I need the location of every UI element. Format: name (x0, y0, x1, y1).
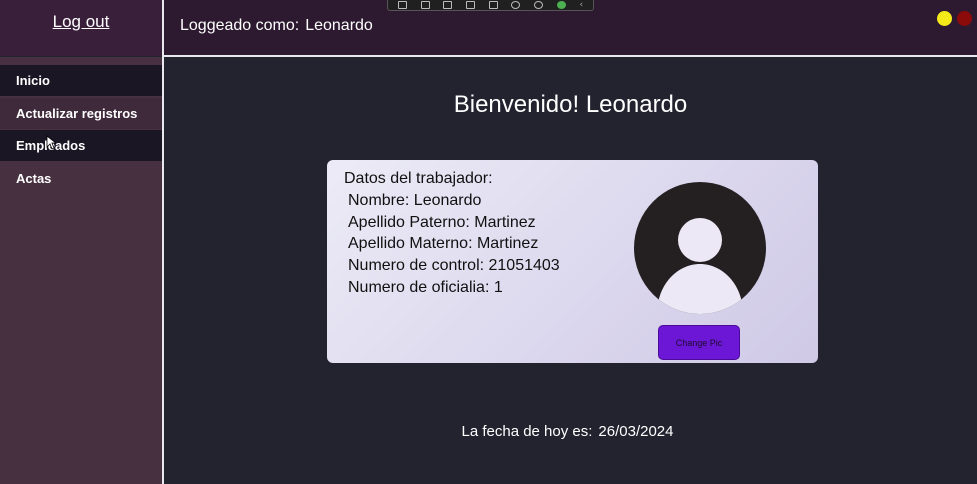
select-element-icon[interactable] (397, 1, 407, 9)
field-apellido-materno: Apellido Materno: Martinez (348, 235, 539, 252)
sidebar-item-empleados[interactable]: Empleados (0, 130, 162, 161)
date-line: La fecha de hoy es: 26/03/2024 (164, 423, 977, 440)
logged-as-text: Loggeado como: Leonardo (180, 17, 379, 35)
field-apellido-paterno: Apellido Paterno: Martinez (348, 214, 536, 231)
date-value: 26/03/2024 (598, 423, 674, 440)
field-numero-control: Numero de control: 21051403 (348, 257, 560, 274)
logout-link[interactable]: Log out (0, 12, 162, 32)
field-nombre: Nombre: Leonardo (348, 192, 482, 209)
avatar-icon (634, 182, 766, 314)
app-window: Log out Loggeado como: Leonardo ‹ Inicio … (0, 0, 977, 484)
frame-icon[interactable] (465, 1, 475, 9)
worker-info-card: Datos del trabajador: Nombre: Leonardo A… (327, 160, 818, 363)
card-title: Datos del trabajador: (344, 170, 493, 187)
change-pic-button[interactable]: Change Pic (658, 325, 740, 360)
sidebar-item-inicio[interactable]: Inicio (0, 65, 162, 96)
hot-reload-icon[interactable] (488, 1, 498, 9)
sidebar: Inicio Actualizar registros Empleados Ac… (0, 57, 162, 484)
check-icon[interactable] (556, 1, 566, 9)
mouse-cursor-icon (46, 135, 56, 150)
header-left-panel: Log out (0, 0, 162, 56)
close-dot[interactable] (957, 11, 972, 26)
video-icon[interactable] (420, 1, 430, 9)
logged-as-label: Loggeado como: (180, 17, 300, 34)
inspect-icon[interactable] (511, 1, 521, 9)
vertical-divider (162, 0, 164, 484)
field-numero-oficialia: Numero de oficialia: 1 (348, 279, 503, 296)
accessibility-icon[interactable] (534, 1, 544, 9)
pointer-icon[interactable] (443, 1, 453, 9)
chevron-left-icon[interactable]: ‹ (579, 1, 583, 10)
logged-user-name: Leonardo (305, 17, 373, 34)
horizontal-divider (162, 55, 977, 57)
sidebar-item-actas[interactable]: Actas (0, 163, 162, 194)
debug-toolbar: ‹ (387, 0, 594, 11)
welcome-heading: Bienvenido! Leonardo (453, 91, 688, 118)
sidebar-item-actualizar-registros[interactable]: Actualizar registros (0, 98, 162, 129)
date-label: La fecha de hoy es: (461, 423, 593, 440)
minimize-dot[interactable] (937, 11, 952, 26)
